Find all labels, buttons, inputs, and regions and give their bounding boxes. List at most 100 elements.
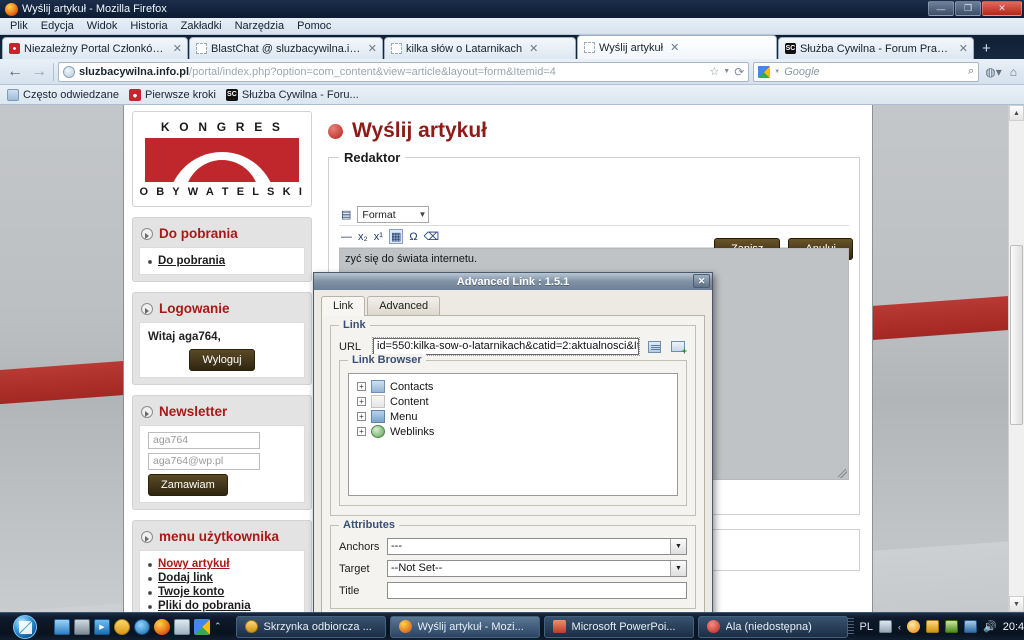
logout-button[interactable]: Wyloguj bbox=[189, 349, 255, 371]
chevron-icon[interactable]: ‹ bbox=[898, 622, 901, 632]
bookmark-item-pierwsze-kroki[interactable]: Pierwsze kroki bbox=[129, 88, 216, 101]
bookmark-item-czesto-odwiedzane[interactable]: Często odwiedzane bbox=[7, 88, 119, 101]
chevron-down-icon[interactable]: ▼ bbox=[723, 68, 730, 75]
browser-tab-4-active[interactable]: Wyślij artykuł ✕ bbox=[577, 35, 777, 59]
menu-narzedzia[interactable]: Narzędzia bbox=[229, 19, 291, 33]
taskbar-item-ala[interactable]: Ala (niedostępna) bbox=[697, 615, 848, 638]
anchors-select[interactable]: --- ▼ bbox=[387, 538, 687, 555]
taskbar-item-powerpoint[interactable]: Microsoft PowerPoi... bbox=[543, 615, 694, 638]
expand-icon[interactable]: + bbox=[357, 412, 366, 421]
browser-tab-1[interactable]: Niezależny Portal Członków Korpusu ... ✕ bbox=[2, 37, 188, 59]
target-select[interactable]: --Not Set-- ▼ bbox=[387, 560, 687, 577]
menu-pomoc[interactable]: Pomoc bbox=[291, 19, 337, 33]
browser-tab-2[interactable]: BlastChat @ sluzbacywilna.info.pl/po... … bbox=[189, 37, 383, 59]
newsletter-subscribe-button[interactable]: Zamawiam bbox=[148, 474, 228, 496]
chevron-down-icon[interactable]: ▼ bbox=[670, 561, 686, 576]
remove-format-icon[interactable]: ⌫ bbox=[424, 230, 440, 243]
link-browser-tree[interactable]: + Contacts + Content + Menu + Weblinks bbox=[348, 373, 678, 496]
picture-icon[interactable] bbox=[194, 618, 210, 635]
page-scrollbar[interactable]: ▲ ▼ bbox=[1008, 105, 1024, 612]
title-input[interactable] bbox=[387, 582, 687, 599]
list-item[interactable]: Nowy artykuł bbox=[148, 557, 296, 571]
menu-historia[interactable]: Historia bbox=[124, 19, 173, 33]
align-justify-icon[interactable]: ▤ bbox=[341, 208, 351, 221]
list-item[interactable]: Dodaj link bbox=[148, 571, 296, 585]
menu-plik[interactable]: Plik bbox=[4, 19, 34, 33]
url-bar[interactable]: sluzbacywilna.info.pl/portal/index.php?o… bbox=[58, 61, 750, 82]
user-menu-link-dodaj-link[interactable]: Dodaj link bbox=[158, 572, 213, 584]
expand-icon[interactable]: + bbox=[357, 397, 366, 406]
taskbar-item-firefox[interactable]: Wyślij artykuł - Mozi... bbox=[389, 615, 540, 638]
scrollbar-thumb[interactable] bbox=[1010, 245, 1023, 425]
firefox-icon[interactable] bbox=[154, 618, 170, 635]
list-item[interactable]: Pliki do pobrania bbox=[148, 599, 296, 612]
window-icon[interactable] bbox=[174, 618, 190, 635]
superscript-icon[interactable]: x¹ bbox=[374, 231, 383, 243]
switch-window-icon[interactable] bbox=[74, 618, 90, 635]
bookmark-item-sluzba-cywilna[interactable]: SC Służba Cywilna - Foru... bbox=[225, 88, 359, 101]
clock-icon[interactable] bbox=[926, 620, 940, 633]
tab-advanced[interactable]: Advanced bbox=[367, 296, 441, 315]
expand-icon[interactable]: + bbox=[357, 427, 366, 436]
site-identity-globe-icon[interactable] bbox=[63, 65, 75, 78]
close-button[interactable]: ✕ bbox=[982, 1, 1022, 16]
minimize-button[interactable]: — bbox=[928, 1, 954, 16]
start-button[interactable] bbox=[2, 614, 48, 640]
maximize-button[interactable]: ❐ bbox=[955, 1, 981, 16]
taskbar-clock[interactable]: 20:49 bbox=[1003, 621, 1024, 633]
newsletter-email-input[interactable]: aga764@wp.pl bbox=[148, 453, 260, 470]
list-item[interactable]: Do pobrania bbox=[148, 254, 296, 268]
insert-email-link-icon[interactable] bbox=[669, 338, 687, 355]
menu-widok[interactable]: Widok bbox=[81, 19, 124, 33]
tree-node-menu[interactable]: + Menu bbox=[353, 409, 673, 424]
scroll-down-icon[interactable]: ▼ bbox=[1009, 596, 1024, 612]
new-tab-button[interactable]: + bbox=[975, 39, 998, 59]
tab-close-icon[interactable]: ✕ bbox=[670, 41, 679, 54]
tab-close-icon[interactable]: ✕ bbox=[529, 42, 538, 55]
sun-icon[interactable] bbox=[907, 620, 921, 633]
subscript-icon[interactable]: x₂ bbox=[358, 231, 368, 243]
insert-table-icon[interactable]: ▦ bbox=[388, 229, 404, 244]
special-character-icon[interactable]: Ω bbox=[409, 231, 417, 243]
expand-icon[interactable]: + bbox=[357, 382, 366, 391]
forward-arrow-icon[interactable]: → bbox=[29, 63, 49, 81]
bookmark-star-icon[interactable]: ☆ bbox=[709, 65, 719, 78]
list-item[interactable]: Twoje konto bbox=[148, 585, 296, 599]
editor-resize-handle[interactable] bbox=[838, 469, 847, 478]
taskbar-item-skrzynka[interactable]: Skrzynka odbiorcza ... bbox=[235, 615, 386, 638]
tree-node-contacts[interactable]: + Contacts bbox=[353, 379, 673, 394]
media-player-icon[interactable] bbox=[94, 618, 110, 635]
addon-icon[interactable]: ◍▾ bbox=[983, 65, 1004, 79]
back-arrow-icon[interactable]: ← bbox=[5, 63, 25, 81]
reload-icon[interactable]: ⟳ bbox=[734, 65, 744, 79]
keyboard-icon[interactable] bbox=[879, 620, 893, 633]
user-menu-link-pliki-do-pobrania[interactable]: Pliki do pobrania bbox=[158, 600, 251, 612]
document-browse-icon[interactable] bbox=[645, 338, 663, 355]
browser-tab-3[interactable]: kilka słów o Latarnikach ✕ bbox=[384, 37, 576, 59]
volume-icon[interactable]: 🔊 bbox=[983, 620, 997, 633]
chevron-up-icon[interactable]: ⌃ bbox=[214, 621, 222, 632]
home-icon[interactable]: ⌂ bbox=[1008, 65, 1019, 79]
language-indicator[interactable]: PL bbox=[860, 621, 873, 633]
newsletter-name-input[interactable]: aga764 bbox=[148, 432, 260, 449]
tree-node-weblinks[interactable]: + Weblinks bbox=[353, 424, 673, 439]
menu-zakladki[interactable]: Zakładki bbox=[175, 19, 228, 33]
scroll-up-icon[interactable]: ▲ bbox=[1009, 105, 1024, 121]
url-input[interactable]: id=550:kilka-sow-o-latarnikach&catid=2:a… bbox=[372, 337, 640, 356]
search-input[interactable]: Google bbox=[784, 66, 819, 78]
network-icon[interactable] bbox=[945, 620, 959, 633]
horizontal-rule-icon[interactable]: — bbox=[341, 231, 352, 243]
user-menu-link-twoje-konto[interactable]: Twoje konto bbox=[158, 586, 224, 598]
tab-close-icon[interactable]: ✕ bbox=[959, 42, 968, 55]
chevron-down-icon[interactable]: ▼ bbox=[670, 539, 686, 554]
tray-grip[interactable] bbox=[847, 617, 854, 636]
clock-widget-icon[interactable] bbox=[114, 618, 130, 635]
sidebar-link-do-pobrania[interactable]: Do pobrania bbox=[158, 255, 225, 267]
tree-node-content[interactable]: + Content bbox=[353, 394, 673, 409]
internet-explorer-icon[interactable] bbox=[134, 618, 150, 635]
browser-tab-5[interactable]: SC Służba Cywilna - Forum Pracownikó... … bbox=[778, 37, 974, 59]
search-bar[interactable]: ▼ Google ⌕ bbox=[753, 61, 980, 82]
sync-icon[interactable] bbox=[964, 620, 978, 633]
user-menu-link-nowy-artykul[interactable]: Nowy artykuł bbox=[158, 558, 230, 570]
tab-close-icon[interactable]: ✕ bbox=[173, 42, 182, 55]
